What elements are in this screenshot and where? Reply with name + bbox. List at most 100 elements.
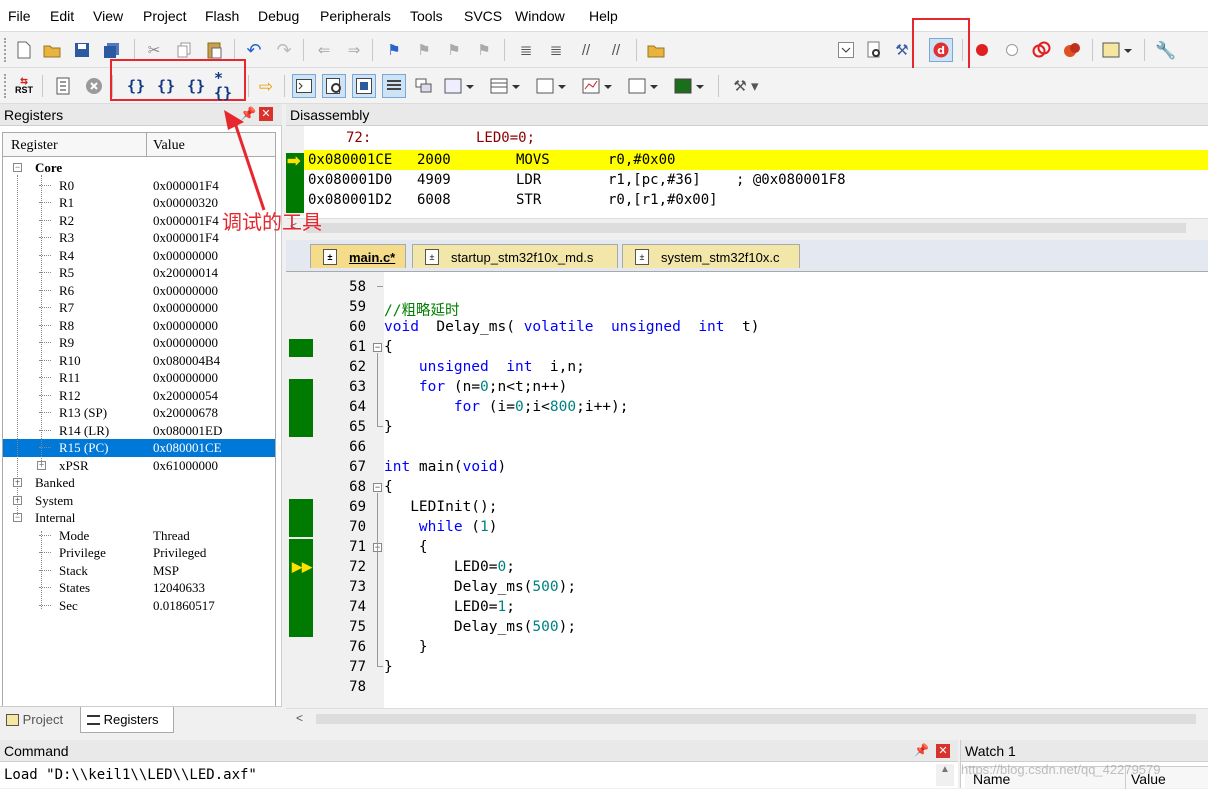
register-row[interactable]: R14 (LR) 0x080001ED [3,422,275,440]
register-row[interactable]: R6 0x00000000 [3,282,275,300]
stop-icon[interactable] [82,74,106,98]
bookmark-next-icon[interactable]: ⚑ [442,38,466,62]
step-into-icon[interactable]: {} [124,74,148,98]
menu-svcs[interactable]: SVCS [464,8,502,24]
incremental-find-icon[interactable]: ⚒ [890,38,914,62]
run-to-cursor-icon[interactable]: *{} [214,71,238,101]
breakpoint-icon[interactable] [970,38,994,62]
register-row[interactable]: R4 0x00000000 [3,247,275,265]
register-row[interactable]: R10 0x080004B4 [3,352,275,370]
register-row[interactable]: + System [3,492,275,510]
run-icon[interactable] [52,74,76,98]
step-out-icon[interactable]: {} [184,74,208,98]
register-row[interactable]: + Banked [3,474,275,492]
register-row[interactable]: R5 0x20000014 [3,264,275,282]
nav-back-icon[interactable]: ⇐ [312,38,336,62]
collapse-icon[interactable]: − [13,163,22,172]
menu-peripherals[interactable]: Peripherals [320,8,391,24]
menu-window[interactable]: Window [515,8,565,24]
code-line[interactable]: while (1) [384,519,498,535]
fold-collapse-icon[interactable]: − [373,343,382,352]
comment-icon[interactable]: // [574,38,598,62]
breakpoint-gutter[interactable] [286,272,316,708]
editor-hscroll[interactable]: < [286,708,1208,728]
code-line[interactable]: Delay_ms(500); [384,619,576,635]
show-next-statement-icon[interactable]: ⇨ [254,74,278,98]
window-layout-dropdown[interactable] [1100,38,1136,62]
register-row[interactable]: Stack MSP [3,562,275,580]
code-editor[interactable]: ▶▶ 58 59 60 61 62 63 64 65 66 67 68 69 70 71 72 73 74 75 7… [286,272,1208,708]
code-line[interactable]: { [384,539,428,555]
code-line[interactable]: unsigned int i,n; [384,359,585,375]
trace-window-dropdown[interactable] [626,74,662,98]
tab-startup-s[interactable]: ± startup_stm32f10x_md.s [412,244,618,268]
code-line[interactable]: { [384,339,393,355]
menu-view[interactable]: View [93,8,123,24]
redo-icon[interactable]: ↷ [272,38,296,62]
register-row[interactable]: R13 (SP) 0x20000678 [3,404,275,422]
tab-registers[interactable]: Registers [80,707,174,733]
register-row[interactable]: Privilege Privileged [3,544,275,562]
analysis-window-dropdown[interactable] [580,74,616,98]
reset-icon[interactable]: ⇆ RST [12,74,36,98]
scroll-up-icon[interactable]: ▲ [936,764,954,786]
unindent-icon[interactable]: ≣ [544,38,568,62]
menu-tools[interactable]: Tools [410,8,443,24]
code-line[interactable]: LED0=0; [384,559,515,575]
pin-icon[interactable]: 📌 [914,743,929,757]
code-line[interactable]: void Delay_ms( volatile unsigned int t) [384,319,759,335]
watch-window-dropdown[interactable] [442,74,478,98]
find-in-files-icon[interactable] [644,38,668,62]
menu-help[interactable]: Help [589,8,618,24]
register-row[interactable]: Sec 0.01860517 [3,597,275,615]
uncomment-icon[interactable]: // [604,38,628,62]
serial-window-dropdown[interactable] [534,74,570,98]
bookmark-prev-icon[interactable]: ⚑ [412,38,436,62]
command-window-icon[interactable] [292,74,316,98]
code-line[interactable]: } [384,639,428,655]
register-row[interactable]: R15 (PC) 0x080001CE [3,439,275,457]
code-line[interactable]: { [384,479,393,495]
code-line[interactable]: } [384,419,393,435]
tab-system-c[interactable]: ± system_stm32f10x.c [622,244,800,268]
dropdown-target-icon[interactable] [834,38,858,62]
register-row[interactable]: R9 0x00000000 [3,334,275,352]
code-line[interactable]: for (i=0;i<800;i++); [384,399,629,415]
toolbox-dropdown[interactable]: ⚒ ▾ [726,74,766,98]
disassembly-window-icon[interactable] [322,74,346,98]
scroll-left-icon[interactable]: < [296,711,303,725]
call-stack-window-icon[interactable] [412,74,436,98]
menu-project[interactable]: Project [143,8,187,24]
find-icon[interactable] [862,38,886,62]
code-line[interactable]: LEDInit(); [384,499,497,515]
step-over-icon[interactable]: {} [154,74,178,98]
code-line[interactable]: Delay_ms(500); [384,579,576,595]
new-file-icon[interactable] [12,38,36,62]
configure-icon[interactable]: 🔧 [1154,38,1178,62]
memory-window-dropdown[interactable] [488,74,524,98]
menu-flash[interactable]: Flash [205,8,239,24]
register-row[interactable]: − Internal [3,509,275,527]
disable-all-breakpoints-icon[interactable] [1030,38,1054,62]
kill-all-breakpoints-icon[interactable] [1060,38,1084,62]
code-line[interactable]: } [384,659,393,675]
bookmark-icon[interactable]: ⚑ [382,38,406,62]
code-line[interactable]: LED0=1; [384,599,515,615]
tab-main-c[interactable]: ± main.c* [310,244,406,268]
register-row[interactable]: Mode Thread [3,527,275,545]
register-row[interactable]: + xPSR 0x61000000 [3,457,275,475]
menu-debug[interactable]: Debug [258,8,299,24]
code-line[interactable]: //粗略延时 [384,299,459,320]
register-row[interactable]: R8 0x00000000 [3,317,275,335]
disassembly-hscroll[interactable]: < [286,218,1208,236]
bookmark-clear-icon[interactable]: ⚑ [472,38,496,62]
register-row[interactable]: R11 0x00000000 [3,369,275,387]
code-line[interactable]: for (n=0;n<t;n++) [384,379,567,395]
registers-window-icon[interactable] [382,74,406,98]
close-icon[interactable]: ✕ [936,744,950,758]
tab-project[interactable]: Project [2,709,76,731]
register-row[interactable]: R12 0x20000054 [3,387,275,405]
nav-forward-icon[interactable]: ⇒ [342,38,366,62]
register-row[interactable]: R7 0x00000000 [3,299,275,317]
code-line[interactable]: int main(void) [384,459,506,475]
